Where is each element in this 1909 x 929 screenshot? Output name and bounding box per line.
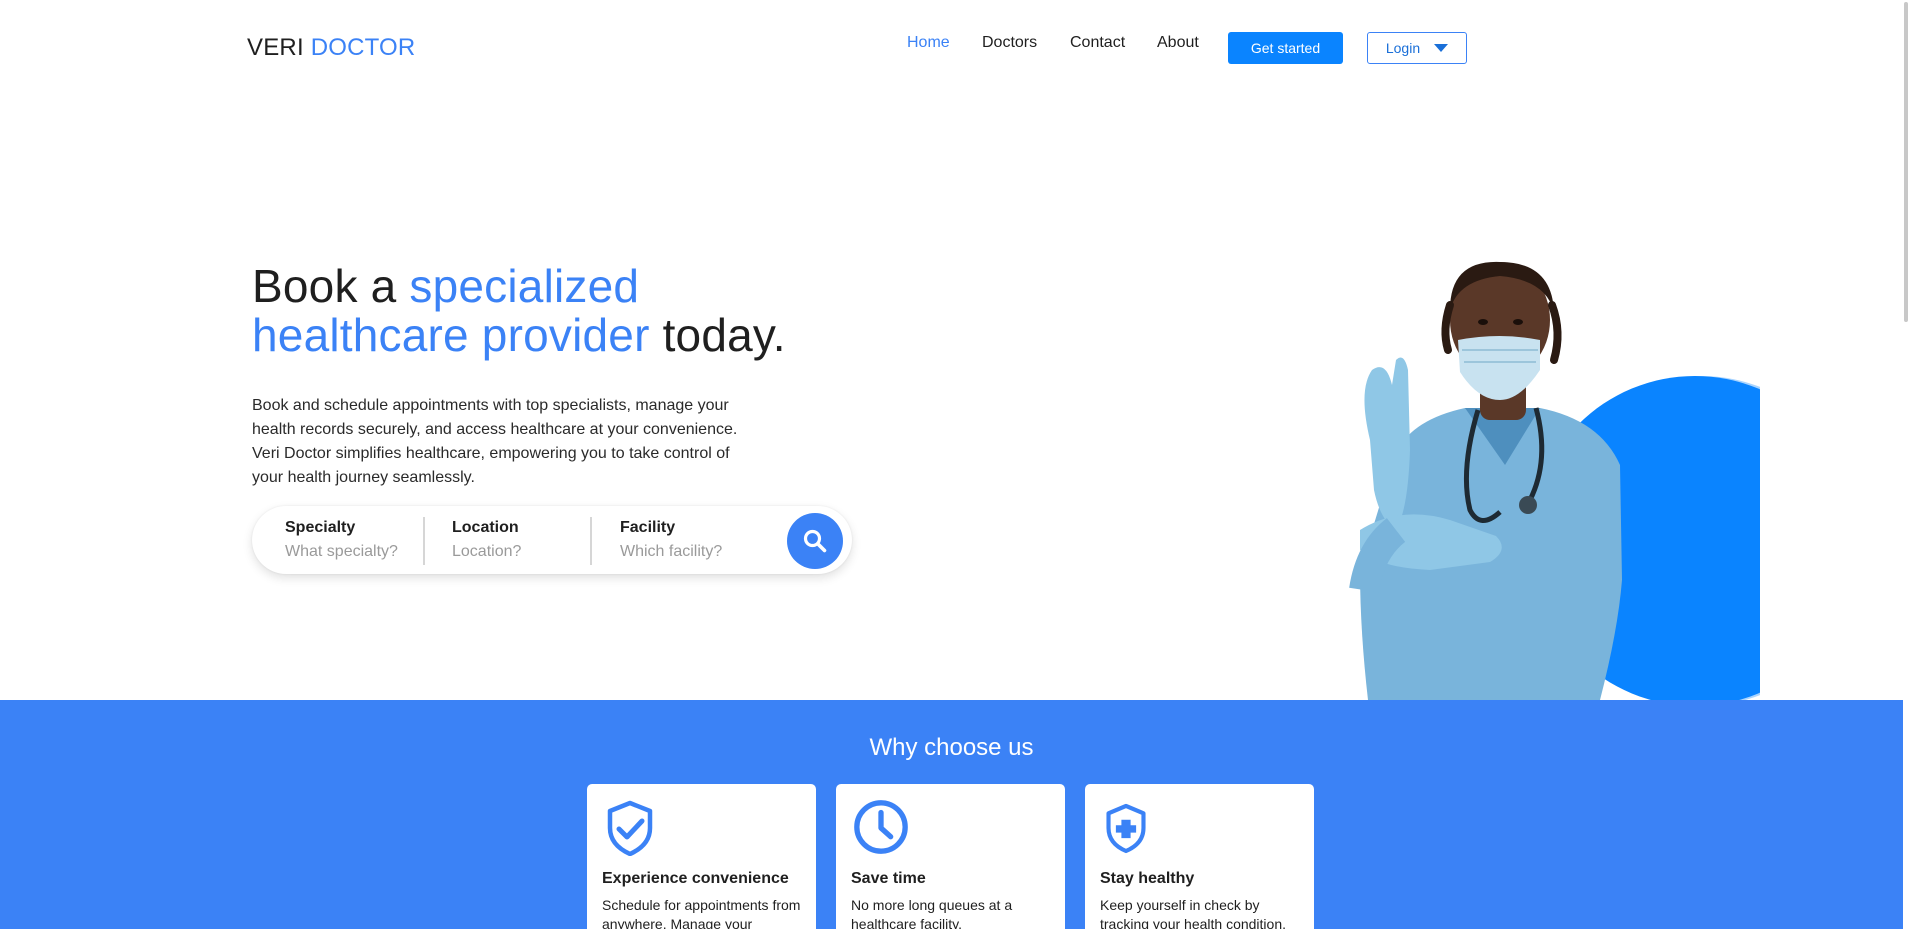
feature-card-title: Save time — [851, 870, 926, 887]
brand-logo[interactable]: VERI DOCTOR — [247, 34, 415, 62]
login-label: Login — [1385, 40, 1421, 56]
feature-card-title: Stay healthy — [1100, 870, 1195, 887]
top-navbar: VERI DOCTOR Home Doctors Contact About G… — [0, 0, 1903, 95]
hero-title-highlight1: specialized — [409, 260, 640, 312]
facility-label: Facility — [620, 519, 676, 536]
search-divider — [590, 517, 592, 565]
get-started-button[interactable]: Get started — [1228, 32, 1343, 64]
hero-title: Book a specialized healthcare provider t… — [252, 262, 786, 360]
specialty-label: Specialty — [285, 519, 356, 536]
brand-part-doctor: DOCTOR — [310, 34, 416, 61]
specialty-field[interactable]: Specialty — [285, 517, 415, 565]
location-field[interactable]: Location — [452, 517, 582, 565]
location-label: Location — [452, 519, 519, 536]
specialty-input[interactable] — [285, 543, 415, 561]
brand-part-veri: VERI — [247, 34, 304, 61]
hero-title-part1: Book a — [252, 260, 410, 312]
hero-description: Book and schedule appointments with top … — [252, 397, 738, 486]
why-choose-us-section: Why choose us Experience convenience Sch… — [0, 700, 1903, 929]
nav-link-doctors[interactable]: Doctors — [982, 34, 1037, 52]
feature-card-convenience: Experience convenience Schedule for appo… — [587, 784, 816, 929]
hero-title-highlight2: healthcare provider — [252, 309, 650, 361]
why-section-title: Why choose us — [869, 734, 1034, 761]
feature-card-save-time: Save time No more long queues at a healt… — [836, 784, 1065, 929]
hero-title-part2: today. — [649, 309, 786, 361]
search-icon — [803, 529, 827, 553]
search-button[interactable] — [787, 513, 843, 569]
nav-link-home[interactable]: Home — [907, 34, 950, 52]
nav-link-contact[interactable]: Contact — [1070, 34, 1125, 52]
doctor-search-bar: Specialty Location Facility — [252, 506, 852, 574]
search-divider — [423, 517, 425, 565]
doctor-illustration — [1349, 261, 1622, 700]
feature-card-text: Keep yourself in check by tracking your … — [1100, 897, 1286, 929]
chevron-down-icon — [1434, 44, 1449, 52]
shield-check-icon — [607, 800, 653, 856]
scrollbar-thumb[interactable] — [1904, 2, 1908, 322]
feature-card-stay-healthy: Stay healthy Keep yourself in check by t… — [1085, 784, 1314, 929]
feature-card-text: No more long queues at a healthcare faci… — [851, 897, 1013, 929]
clock-icon — [854, 800, 908, 854]
shield-plus-icon — [1106, 803, 1146, 854]
login-dropdown-button[interactable]: Login — [1367, 32, 1467, 64]
page-scrollbar[interactable] — [1903, 0, 1909, 929]
hero-doctor-image — [1300, 250, 1760, 700]
feature-card-text: Schedule for appointments from anywhere.… — [602, 897, 801, 929]
facility-field[interactable]: Facility — [620, 517, 750, 565]
nav-link-about[interactable]: About — [1157, 34, 1199, 52]
location-input[interactable] — [452, 543, 582, 561]
facility-input[interactable] — [620, 543, 750, 561]
feature-card-title: Experience convenience — [602, 870, 789, 887]
